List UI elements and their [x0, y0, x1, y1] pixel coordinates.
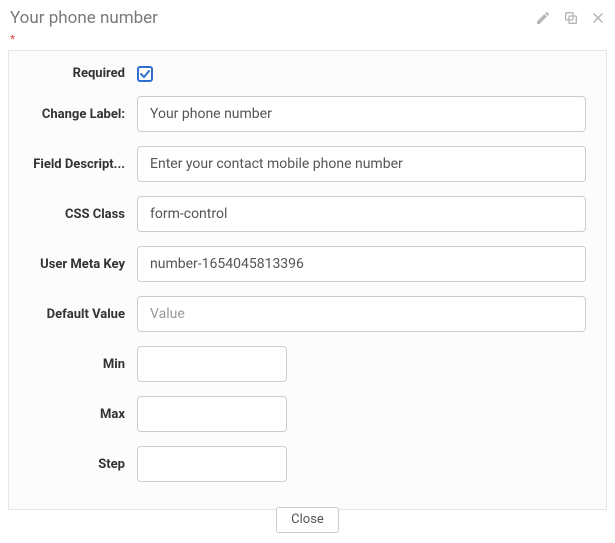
- close-button[interactable]: Close: [276, 507, 339, 533]
- row-change-label: Change Label:: [29, 96, 586, 132]
- required-checkbox[interactable]: [137, 66, 153, 82]
- default-value-input[interactable]: [137, 296, 586, 332]
- max-input[interactable]: [137, 396, 287, 432]
- min-input[interactable]: [137, 346, 287, 382]
- row-field-description: Field Descript...: [29, 146, 586, 182]
- field-settings-panel: Required Change Label: Field Descript...…: [8, 50, 607, 510]
- footer: Close: [0, 511, 615, 543]
- row-default-value: Default Value: [29, 296, 586, 332]
- row-css-class: CSS Class: [29, 196, 586, 232]
- change-label-input[interactable]: [137, 96, 586, 132]
- css-class-input[interactable]: [137, 196, 586, 232]
- copy-icon[interactable]: [563, 10, 579, 26]
- label-css-class: CSS Class: [29, 207, 137, 222]
- label-min: Min: [29, 357, 137, 372]
- step-input[interactable]: [137, 446, 287, 482]
- label-default-value: Default Value: [29, 307, 137, 322]
- label-field-description: Field Descript...: [29, 157, 137, 172]
- editor-header: Your phone number: [0, 0, 615, 32]
- field-description-input[interactable]: [137, 146, 586, 182]
- user-meta-key-input[interactable]: [137, 246, 586, 282]
- row-step: Step: [29, 446, 586, 482]
- label-required: Required: [29, 66, 137, 81]
- row-min: Min: [29, 346, 586, 382]
- label-user-meta-key: User Meta Key: [29, 257, 137, 272]
- close-icon[interactable]: [591, 11, 605, 25]
- label-step: Step: [29, 457, 137, 472]
- required-asterisk: *: [0, 32, 615, 50]
- label-change-label: Change Label:: [29, 107, 137, 122]
- field-title: Your phone number: [10, 8, 535, 28]
- header-action-icons: [535, 10, 605, 26]
- row-user-meta-key: User Meta Key: [29, 246, 586, 282]
- row-max: Max: [29, 396, 586, 432]
- label-max: Max: [29, 407, 137, 422]
- row-required: Required: [29, 65, 586, 82]
- edit-icon[interactable]: [535, 10, 551, 26]
